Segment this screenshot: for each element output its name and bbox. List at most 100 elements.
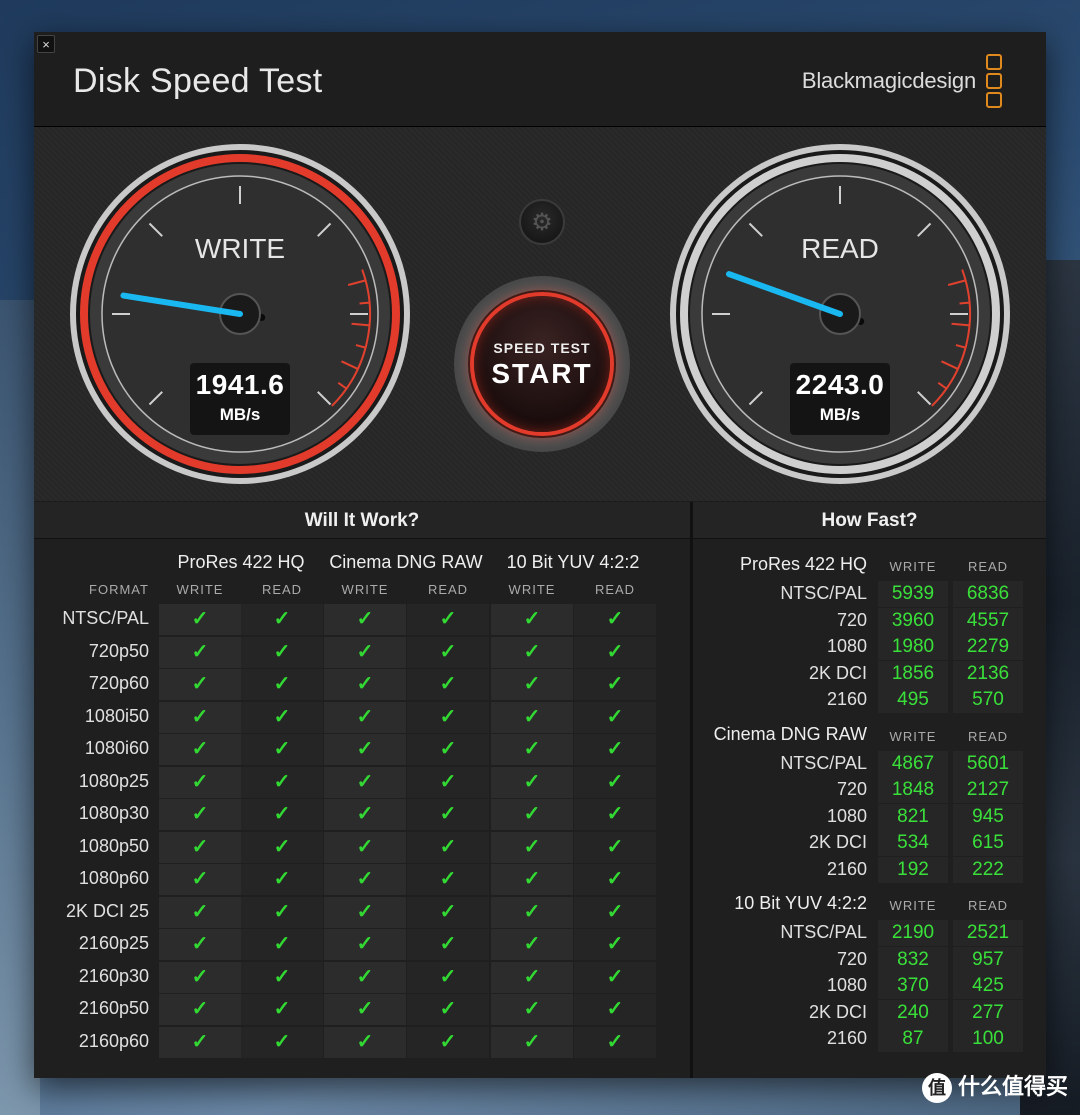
wiw-check-icon: ✓	[407, 896, 489, 928]
hf-row-label: 2160	[826, 1028, 867, 1049]
wiw-check-icon: ✓	[574, 766, 656, 798]
hf-write-value: 5939	[878, 581, 948, 607]
wiw-column-header: WRITE	[341, 582, 389, 597]
wiw-check-icon: ✓	[241, 864, 323, 895]
wiw-row-label: 720p60	[88, 673, 149, 693]
wiw-check-icon: ✓	[241, 994, 323, 1025]
wiw-check-icon: ✓	[159, 701, 241, 733]
wiw-check-icon: ✓	[574, 994, 656, 1025]
wiw-check-icon: ✓	[491, 961, 573, 993]
write-gauge-label: WRITE	[194, 233, 286, 264]
wiw-row-label: 1080p30	[78, 803, 149, 823]
read-gauge: READ 2243.0 MB/s	[667, 141, 1013, 487]
start-button-caption: SPEED TEST	[493, 340, 591, 356]
hf-group-name: ProRes 422 HQ	[739, 554, 867, 574]
hf-read-value: 5601	[953, 750, 1023, 777]
wiw-group-header: ProRes 422 HQ	[177, 552, 305, 572]
wiw-check-icon: ✓	[324, 799, 406, 830]
wiw-check-icon: ✓	[159, 831, 241, 863]
wiw-check-icon: ✓	[407, 994, 489, 1025]
hf-row-label: 2160	[826, 689, 867, 710]
hf-column-header: READ	[967, 898, 1009, 913]
hf-group-name: 10 Bit YUV 4:2:2	[734, 893, 867, 913]
brand-name: Blackmagicdesign	[801, 68, 976, 93]
hf-read-value: 2279	[953, 634, 1023, 661]
wiw-check-icon: ✓	[574, 636, 656, 668]
watermark-logo-icon: 值	[921, 1073, 952, 1103]
write-readout: 1941.6 MB/s	[190, 363, 290, 435]
wiw-check-icon: ✓	[574, 961, 656, 993]
hf-read-value: 4557	[953, 607, 1023, 634]
wiw-check-icon: ✓	[159, 669, 241, 700]
hf-write-value: 1856	[878, 660, 948, 687]
wiw-check-icon: ✓	[491, 831, 573, 863]
wiw-check-icon: ✓	[574, 604, 656, 635]
results-area: Will It Work? FORMAT ProRes 422 HQ Cinema…	[34, 502, 1046, 1078]
hf-row-label: 1080	[826, 636, 867, 657]
gauge-redzone-tick	[359, 301, 370, 305]
close-button[interactable]: ×	[37, 35, 55, 53]
start-button-label: START	[491, 358, 593, 389]
wiw-row-label: 1080i60	[84, 738, 149, 758]
hf-write-value: 87	[878, 1026, 948, 1053]
wiw-check-icon: ✓	[574, 929, 656, 960]
wiw-check-icon: ✓	[491, 636, 573, 668]
read-gauge-label: READ	[801, 233, 879, 264]
wiw-row-label: 1080p50	[78, 835, 149, 856]
wiw-check-icon: ✓	[574, 864, 656, 895]
hf-row-label: 2160	[826, 858, 867, 879]
hf-read-value: 945	[953, 803, 1023, 830]
wiw-check-icon: ✓	[491, 701, 573, 733]
wiw-check-icon: ✓	[324, 864, 406, 895]
will-it-work-panel: Will It Work? FORMAT ProRes 422 HQ Cinema…	[34, 502, 690, 1078]
hf-read-value: 957	[953, 946, 1023, 973]
wiw-check-icon: ✓	[241, 734, 323, 765]
wiw-check-icon: ✓	[241, 896, 323, 928]
format-column-header: FORMAT	[89, 582, 149, 597]
wiw-check-icon: ✓	[491, 734, 573, 765]
hf-row-label: NTSC/PAL	[780, 752, 867, 773]
hf-read-value: 6836	[953, 581, 1023, 607]
wiw-check-icon: ✓	[159, 864, 241, 895]
hf-row-label: NTSC/PAL	[780, 583, 867, 603]
wiw-check-icon: ✓	[159, 604, 241, 635]
wiw-check-icon: ✓	[241, 929, 323, 960]
wiw-row-label: 720p50	[88, 640, 149, 661]
wiw-column-header: WRITE	[176, 582, 224, 597]
wiw-row-label: 2160p30	[78, 965, 149, 986]
wiw-check-icon: ✓	[324, 734, 406, 765]
start-button[interactable]: SPEED TEST START	[454, 276, 630, 452]
hf-write-value: 240	[878, 999, 948, 1026]
wiw-column-header: READ	[594, 582, 636, 597]
wiw-check-icon: ✓	[324, 1026, 406, 1058]
wiw-check-icon: ✓	[491, 896, 573, 928]
wiw-check-icon: ✓	[324, 961, 406, 993]
hf-write-value: 534	[878, 830, 948, 857]
wiw-check-icon: ✓	[407, 669, 489, 700]
hf-row-label: 2K DCI	[808, 1001, 867, 1022]
wiw-check-icon: ✓	[407, 1026, 489, 1058]
wiw-check-icon: ✓	[159, 929, 241, 960]
start-button-inner: SPEED TEST START	[468, 290, 616, 438]
site-watermark: 值什么值得买	[921, 1069, 1068, 1103]
wiw-check-icon: ✓	[159, 896, 241, 928]
wiw-row-label: 1080p60	[78, 868, 149, 888]
wiw-check-icon: ✓	[574, 669, 656, 700]
settings-gear-icon[interactable]: ⚙	[519, 199, 565, 245]
wiw-check-icon: ✓	[407, 929, 489, 960]
wiw-check-icon: ✓	[241, 701, 323, 733]
gauges-panel: WRITE 1941.6 MB/s ⚙ SPEED TEST START REA…	[34, 127, 1046, 501]
hf-group-name: Cinema DNG RAW	[713, 723, 867, 744]
hf-row-label: 720	[836, 948, 867, 969]
wiw-check-icon: ✓	[491, 994, 573, 1025]
wiw-column-header: READ	[261, 582, 303, 597]
write-speed-value: 1941.6	[195, 369, 285, 400]
wiw-check-icon: ✓	[407, 766, 489, 798]
wiw-check-icon: ✓	[574, 701, 656, 733]
hf-row-label: 720	[836, 779, 867, 800]
hf-write-value: 192	[878, 856, 948, 883]
start-button-ring: SPEED TEST START	[474, 296, 610, 432]
read-speed-value: 2243.0	[795, 369, 885, 400]
hf-write-value: 821	[878, 803, 948, 830]
how-fast-panel: How Fast? ProRes 422 HQ WRITE READ NTSC/PAL…	[693, 502, 1046, 1078]
